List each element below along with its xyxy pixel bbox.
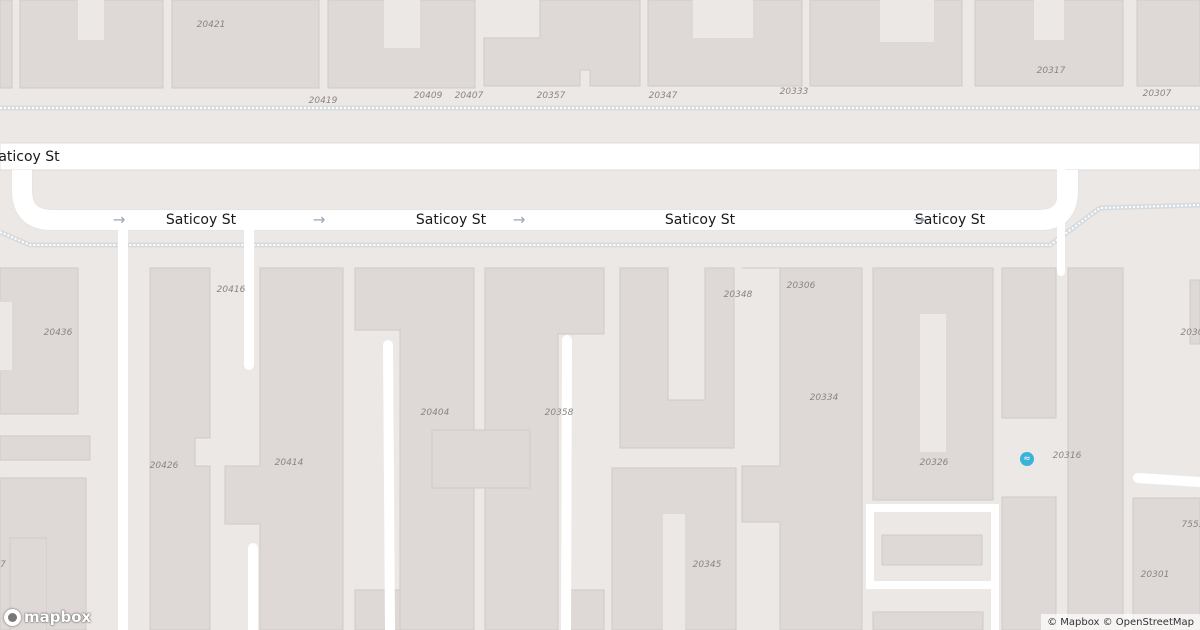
oneway-arrow-icon: →	[512, 210, 526, 229]
buildings-south	[0, 267, 1200, 630]
main-road	[0, 142, 1200, 171]
mapbox-mark-icon	[4, 608, 21, 626]
address-label: 20334	[809, 393, 839, 403]
address-label: 20358	[544, 408, 574, 418]
buildings-north	[0, 0, 1200, 89]
address-label: 20347	[648, 91, 678, 101]
address-label: 20421	[196, 20, 226, 30]
address-label: 20409	[413, 91, 443, 101]
swimming-pool-icon[interactable]: ≈	[1020, 452, 1034, 466]
frontage-street-label: Saticoy St	[415, 212, 487, 228]
main-street-label: aticoy St	[0, 149, 60, 165]
address-label: 7	[0, 560, 6, 570]
map-canvas[interactable]: aticoy St Saticoy St Saticoy St Saticoy …	[0, 0, 1200, 630]
address-label: 20426	[149, 461, 179, 471]
address-label: 20348	[723, 290, 753, 300]
map-layer	[0, 0, 1200, 630]
address-label: 20436	[43, 328, 73, 338]
address-label: 20416	[216, 285, 246, 295]
address-label: 20404	[420, 408, 450, 418]
address-label: 20345	[692, 560, 722, 570]
frontage-street-label: Saticoy St	[664, 212, 736, 228]
address-label: 20326	[919, 458, 949, 468]
mapbox-attribution-link[interactable]: © Mapbox	[1047, 617, 1099, 628]
oneway-arrow-icon: →	[912, 210, 926, 229]
frontage-street-label: Saticoy St	[165, 212, 237, 228]
oneway-arrow-icon: →	[312, 210, 326, 229]
address-label: 20306	[786, 281, 816, 291]
address-label: 20316	[1052, 451, 1082, 461]
address-label: 20419	[308, 96, 338, 106]
address-label: 20407	[454, 91, 484, 101]
address-label: 20333	[779, 87, 809, 97]
mapbox-logo[interactable]: mapbox	[4, 608, 91, 626]
address-label: 7555	[1181, 520, 1200, 530]
address-label: 20357	[536, 91, 566, 101]
address-label: 2030	[1180, 328, 1200, 338]
address-label: 20307	[1142, 89, 1172, 99]
address-label: 20317	[1036, 66, 1066, 76]
address-label: 20301	[1140, 570, 1170, 580]
mapbox-logo-text: mapbox	[24, 608, 92, 626]
frontage-street-label: Saticoy St	[914, 212, 986, 228]
attribution-bar: © Mapbox © OpenStreetMap	[1041, 614, 1200, 630]
address-label: 20414	[274, 458, 304, 468]
osm-attribution-link[interactable]: © OpenStreetMap	[1103, 617, 1194, 628]
oneway-arrow-icon: →	[112, 210, 126, 229]
